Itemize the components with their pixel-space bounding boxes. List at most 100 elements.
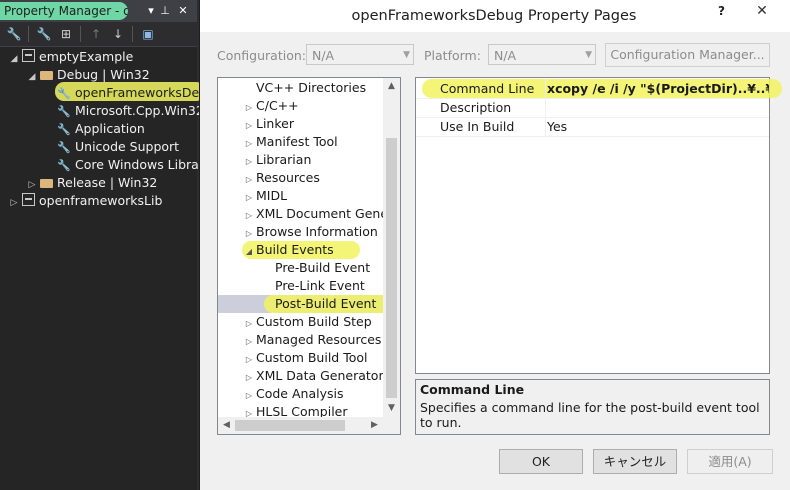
nav-item[interactable]: Pre-Build Event [261, 259, 370, 277]
tree-item[interactable]: ▷ Release | Win32 [26, 174, 158, 192]
property-row[interactable]: Command Line xcopy /e /i /y "$(ProjectDir… [416, 79, 769, 99]
tree-item[interactable]: 🔧 openFrameworksDebug [44, 84, 223, 102]
nav-item[interactable]: ▷ Linker [242, 115, 294, 133]
configuration-manager-button[interactable]: Configuration Manager... [605, 43, 770, 67]
nav-item-label: C/C++ [256, 98, 299, 113]
properties-wrench-icon[interactable]: 🔧 [6, 26, 22, 42]
property-manager-panel: Property Manager - o ▾ ⊥ ✕ 🔧 🔧 ⊞ ↑ ↓ ▣ ◢… [0, 0, 235, 490]
horizontal-scrollbar[interactable]: ◀ ▶ [218, 417, 400, 434]
collapsed-arrow-icon[interactable]: ▷ [8, 194, 20, 212]
nav-item[interactable]: ▷ XML Data Generator Tool [242, 367, 400, 385]
expanded-arrow-icon[interactable]: ◢ [242, 243, 256, 261]
move-up-icon[interactable]: ↑ [88, 26, 104, 42]
tree-item-label: Application [75, 121, 145, 136]
property-value[interactable]: xcopy /e /i /y "$(ProjectDir)..¥..¥. [547, 79, 769, 98]
project-icon [20, 192, 36, 210]
nav-item[interactable]: ▷ C/C++ [242, 97, 299, 115]
configuration-label: Configuration: [217, 48, 306, 63]
wrench-icon: 🔧 [57, 141, 71, 154]
property-name: Command Line [440, 81, 535, 96]
platform-select[interactable]: N/A ▼ [488, 44, 596, 65]
description-text: Specifies a command line for the post-bu… [420, 400, 760, 430]
tree-item[interactable]: 🔧 Unicode Support [44, 138, 179, 156]
property-row[interactable]: Use In Build Yes [416, 117, 769, 137]
property-value[interactable]: Yes [547, 117, 769, 136]
nav-item-label: Custom Build Step [256, 314, 372, 329]
nav-item[interactable]: ▷ Librarian [242, 151, 311, 169]
wrench-icon: 🔧 [57, 87, 71, 100]
property-grid: Command Line xcopy /e /i /y "$(ProjectDir… [415, 77, 782, 374]
vertical-scrollbar[interactable]: ▲ ▼ [383, 78, 400, 417]
nav-item[interactable]: VC++ Directories [242, 79, 366, 97]
configuration-value: N/A [312, 48, 335, 63]
scroll-left-icon[interactable]: ◀ [218, 417, 235, 434]
wrench-icon: 🔧 [57, 123, 71, 136]
nav-item-label: XML Document Generator [256, 206, 400, 221]
description-panel: Command Line Specifies a command line fo… [415, 379, 770, 435]
folder-icon [38, 174, 54, 192]
nav-item-label: Pre-Link Event [275, 278, 365, 293]
nav-item[interactable]: ▷XML Document Generator [242, 205, 400, 223]
add-existing-property-sheet-icon[interactable]: 🔧 [36, 26, 52, 42]
ok-button[interactable]: OK [499, 449, 583, 474]
expanded-arrow-icon[interactable]: ◢ [8, 50, 20, 68]
wrench-icon: 🔧 [57, 159, 71, 172]
nav-item[interactable]: ▷ Code Analysis [242, 385, 344, 403]
close-button[interactable]: ✕ [740, 2, 784, 20]
nav-item[interactable]: ▷ Custom Build Step [242, 313, 372, 331]
property-name: Use In Build [440, 119, 515, 134]
nav-item-label: Resources [256, 170, 320, 185]
nav-item[interactable]: ▷ Browse Information [242, 223, 378, 241]
chevron-down-icon: ▼ [585, 50, 592, 60]
scroll-right-icon[interactable]: ▶ [366, 417, 383, 434]
tree-item-label: Debug | Win32 [57, 67, 150, 82]
scroll-down-icon[interactable]: ▼ [383, 400, 400, 417]
tree-item[interactable]: ▷ openframeworksLib [8, 192, 162, 210]
nav-item[interactable]: ▷ Manifest Tool [242, 133, 338, 151]
nav-item-label: Code Analysis [256, 386, 344, 401]
nav-item-label: Post-Build Event [275, 296, 377, 311]
property-pages-dialog: openFrameworksDebug Property Pages ? ✕ C… [199, 0, 790, 490]
nav-item[interactable]: ▷ Custom Build Tool [242, 349, 368, 367]
tree-item[interactable]: ◢ emptyExample [8, 48, 133, 66]
nav-item[interactable]: Post-Build Event [261, 295, 376, 313]
platform-label: Platform: [424, 48, 481, 63]
scroll-up-icon[interactable]: ▲ [383, 78, 400, 95]
tree-item-label: Release | Win32 [57, 175, 158, 190]
property-category-tree: VC++ Directories ▷ C/C++ ▷ Linker ▷ Manifest T… [217, 77, 401, 435]
close-icon[interactable]: ✕ [176, 3, 190, 19]
cancel-button[interactable]: キャンセル [593, 449, 677, 474]
horizontal-scroll-thumb[interactable] [235, 420, 345, 431]
nav-item-label: Managed Resources [256, 332, 382, 347]
nav-item[interactable]: Pre-Link Event [261, 277, 365, 295]
nav-item[interactable]: ◢ Build Events [242, 241, 334, 259]
vertical-scroll-thumb[interactable] [386, 138, 397, 398]
tree-item[interactable]: 🔧 Core Windows Libraries [44, 156, 222, 174]
nav-item[interactable]: ▷ Resources [242, 169, 320, 187]
nav-item[interactable]: ▷ MIDL [242, 187, 287, 205]
save-icon[interactable]: ▣ [140, 26, 156, 42]
property-row[interactable]: Description [416, 98, 769, 118]
pin-icon[interactable]: ⊥ [158, 3, 172, 19]
nav-item[interactable]: ▷ Managed Resources [242, 331, 381, 349]
tree-item-label: openframeworksLib [39, 193, 163, 208]
apply-button[interactable]: 適用(A) [687, 449, 773, 474]
description-title: Command Line [420, 382, 525, 397]
nav-item-label: VC++ Directories [256, 80, 367, 95]
expanded-arrow-icon[interactable]: ◢ [26, 68, 38, 86]
tree-item[interactable]: 🔧 Application [44, 120, 145, 138]
chevron-down-icon[interactable]: ▾ [144, 3, 158, 19]
property-name: Description [440, 100, 512, 115]
nav-item-label: Linker [256, 116, 294, 131]
configuration-select[interactable]: N/A ▼ [306, 44, 414, 65]
add-new-property-sheet-icon[interactable]: ⊞ [58, 26, 74, 42]
platform-value: N/A [494, 48, 517, 63]
nav-item-label: Librarian [256, 152, 312, 167]
nav-item-label: MIDL [256, 188, 288, 203]
help-button[interactable]: ? [718, 4, 725, 18]
nav-item-label: Pre-Build Event [275, 260, 371, 275]
nav-item-label: Custom Build Tool [256, 350, 368, 365]
chevron-down-icon: ▼ [403, 50, 410, 60]
tree-item[interactable]: ◢ Debug | Win32 [26, 66, 150, 84]
move-down-icon[interactable]: ↓ [110, 26, 126, 42]
